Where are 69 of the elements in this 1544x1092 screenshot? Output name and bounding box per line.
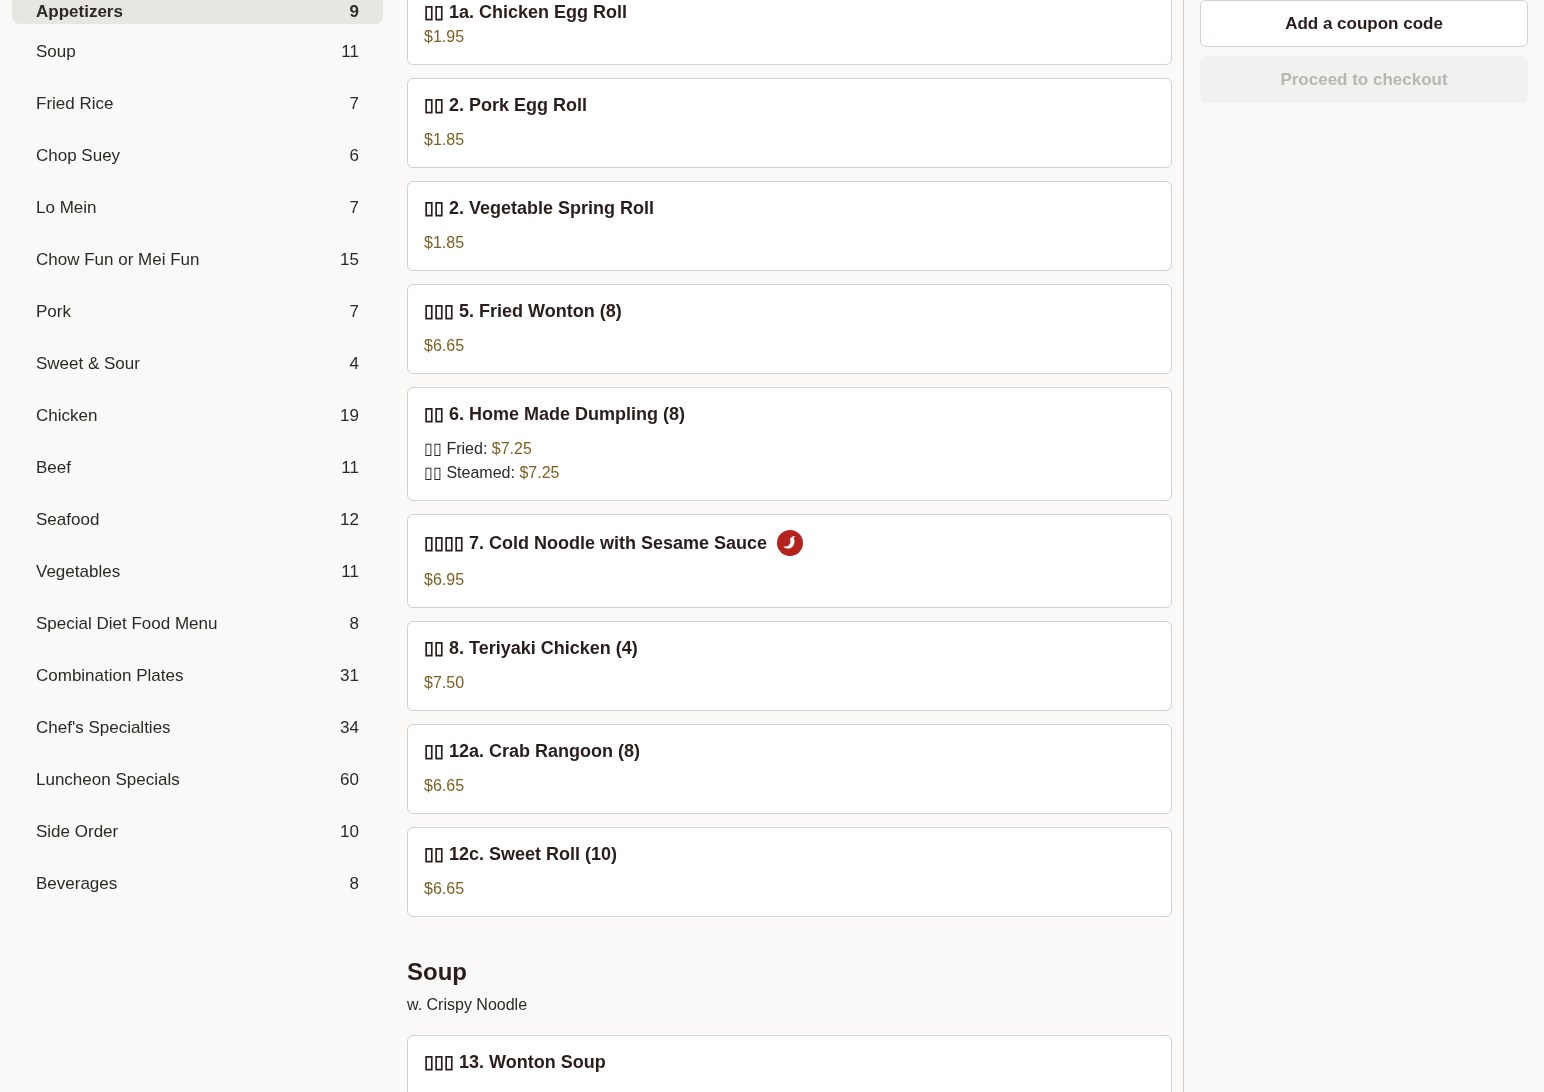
item-count: 6 xyxy=(349,145,359,168)
item-count: 15 xyxy=(340,249,359,272)
category-item[interactable]: Appetizers 9 xyxy=(12,0,383,24)
category-item[interactable]: Combination Plates 31 xyxy=(12,652,383,700)
item-name: ▯▯ 6. Home Made Dumpling (8) xyxy=(424,403,686,425)
item-price: $1.85 xyxy=(424,130,466,150)
item-count: 8 xyxy=(349,873,359,896)
menu-item-card[interactable]: ▯▯ 8. Teriyaki Chicken (4) $7.50 xyxy=(407,621,1172,711)
item-price: $1.95 xyxy=(424,27,466,47)
menu-item-card[interactable]: ▯▯▯ 5. Fried Wonton (8) $6.65 xyxy=(407,284,1172,374)
item-name: ▯▯ 2. Vegetable Spring Roll xyxy=(424,197,655,219)
item-count: 9 xyxy=(349,1,359,24)
category-item[interactable]: Vegetables 11 xyxy=(12,548,383,596)
category-item[interactable]: Chow Fun or Mei Fun 15 xyxy=(12,236,383,284)
item-name: ▯▯ 1a. Chicken Egg Roll xyxy=(424,1,628,23)
menu-item-card[interactable]: ▯▯ 2. Pork Egg Roll $1.85 xyxy=(407,78,1172,168)
item-price: $1.85 xyxy=(424,233,466,253)
item-count: 7 xyxy=(349,197,359,220)
category-item[interactable]: Beverages 8 xyxy=(12,860,383,908)
category-item[interactable]: Beef 11 xyxy=(12,444,383,492)
category-item[interactable]: Sweet & Sour 4 xyxy=(12,340,383,388)
category-item[interactable]: Fried Rice 7 xyxy=(12,80,383,128)
menu-item-card[interactable]: ▯▯ 1a. Chicken Egg Roll $1.95 xyxy=(407,0,1172,65)
category-item[interactable]: Soup 11 xyxy=(12,28,383,76)
category-item[interactable]: Chef's Specialties 34 xyxy=(12,704,383,752)
item-price: $6.65 xyxy=(424,879,466,899)
item-price: $6.65 xyxy=(424,336,466,356)
item-name: ▯▯ 12a. Crab Rangoon (8) xyxy=(424,740,641,762)
item-price: $6.65 xyxy=(424,776,466,796)
menu-item-card[interactable]: ▯▯ 6. Home Made Dumpling (8) ▯▯ Fried: $7.25 ▯▯ Steamed: $7.25 xyxy=(407,387,1172,501)
item-price: $6.95 xyxy=(424,570,466,590)
item-name: ▯▯ 8. Teriyaki Chicken (4) xyxy=(424,637,638,659)
category-item[interactable]: Seafood 12 xyxy=(12,496,383,544)
section-description: w. Crispy Noodle xyxy=(407,995,529,1015)
item-count: 34 xyxy=(340,717,359,740)
item-count: 4 xyxy=(349,353,359,376)
item-name: ▯▯▯ 13. Wonton Soup xyxy=(424,1051,606,1073)
item-name: ▯▯▯ 5. Fried Wonton (8) xyxy=(424,300,622,322)
menu-item-card[interactable]: ▯▯▯▯ 7. Cold Noodle with Sesame Sauce $6.95 xyxy=(407,514,1172,608)
item-name: ▯▯▯▯ 7. Cold Noodle with Sesame Sauce xyxy=(424,532,768,554)
category-item[interactable]: Luncheon Specials 60 xyxy=(12,756,383,804)
item-price: $7.50 xyxy=(424,673,466,693)
item-count: 8 xyxy=(349,613,359,636)
menu-item-card[interactable]: ▯▯▯ 13. Wonton Soup xyxy=(407,1035,1172,1092)
category-item[interactable]: Special Diet Food Menu 8 xyxy=(12,600,383,648)
item-count: 31 xyxy=(340,665,359,688)
category-item[interactable]: Pork 7 xyxy=(12,288,383,336)
item-count: 11 xyxy=(341,561,359,584)
item-count: 11 xyxy=(341,457,359,480)
item-count: 11 xyxy=(341,41,359,64)
item-count: 60 xyxy=(340,769,359,792)
menu-item-card[interactable]: ▯▯ 12a. Crab Rangoon (8) $6.65 xyxy=(407,724,1172,814)
menu-item-card[interactable]: ▯▯ 12c. Sweet Roll (10) $6.65 xyxy=(407,827,1172,917)
coupon-button[interactable]: Add a coupon code xyxy=(1200,0,1528,47)
menu-item-card[interactable]: ▯▯ 2. Vegetable Spring Roll $1.85 xyxy=(407,181,1172,271)
item-count: 7 xyxy=(349,301,359,324)
item-count: 19 xyxy=(340,405,359,428)
category-item[interactable]: Chicken 19 xyxy=(12,392,383,440)
item-count: 12 xyxy=(340,509,359,532)
section-title: Soup xyxy=(407,957,468,987)
price-option: ▯▯ Steamed: $7.25 xyxy=(424,461,1155,485)
item-name: ▯▯ 12c. Sweet Roll (10) xyxy=(424,843,618,865)
item-count: 10 xyxy=(340,821,359,844)
item-count: 7 xyxy=(349,93,359,116)
category-item[interactable]: Lo Mein 7 xyxy=(12,184,383,232)
price-option: ▯▯ Fried: $7.25 xyxy=(424,437,1155,461)
category-item[interactable]: Chop Suey 6 xyxy=(12,132,383,180)
category-item[interactable]: Side Order 10 xyxy=(12,808,383,856)
item-name: ▯▯ 2. Pork Egg Roll xyxy=(424,94,588,116)
